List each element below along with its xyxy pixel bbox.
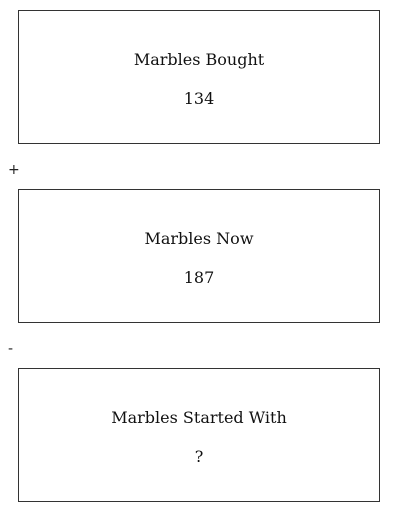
- minus-operator: -: [8, 341, 14, 357]
- marbles-now-value: 187: [183, 268, 215, 287]
- marbles-bought-label: Marbles Bought: [133, 50, 265, 69]
- marbles-started-with-value: ?: [194, 447, 204, 466]
- marbles-now-box: Marbles Now 187: [18, 189, 380, 323]
- marbles-bought-value: 134: [183, 89, 215, 108]
- plus-operator: +: [8, 162, 20, 178]
- marbles-bought-box: Marbles Bought 134: [18, 10, 380, 144]
- marbles-now-label: Marbles Now: [144, 229, 254, 248]
- marbles-started-with-label: Marbles Started With: [111, 408, 287, 427]
- marbles-started-with-box: Marbles Started With ?: [18, 368, 380, 502]
